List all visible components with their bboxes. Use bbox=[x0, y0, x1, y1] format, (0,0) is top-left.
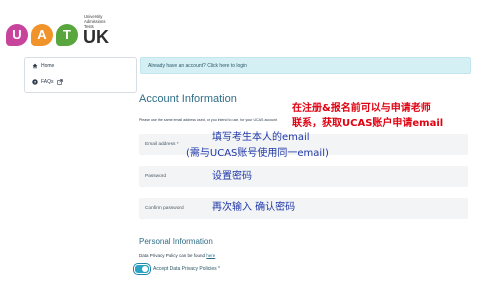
uat-uk-logo[interactable]: U A T University Admissions Tests UK bbox=[6, 4, 156, 52]
sidebar-item-faqs[interactable]: ? FAQs bbox=[32, 77, 63, 87]
sidebar-nav: Home ? FAQs bbox=[24, 57, 137, 93]
svg-text:?: ? bbox=[34, 79, 36, 84]
sidebar-item-home[interactable]: Home bbox=[32, 61, 54, 71]
login-notice-link[interactable]: Already have an account? Click here to l… bbox=[140, 57, 471, 74]
sidebar-item-label: Home bbox=[41, 63, 55, 69]
confirm-password-field-label: Confirm password bbox=[145, 206, 184, 211]
personal-information-heading: Personal Information bbox=[139, 237, 213, 246]
logo-wordmark: UK bbox=[83, 27, 109, 47]
annotation-password: 设置密码 bbox=[212, 171, 252, 182]
annotation-email-line2: (需与UCAS账号使用同一email) bbox=[186, 148, 329, 159]
privacy-policy-link[interactable]: here bbox=[206, 253, 215, 258]
question-circle-icon: ? bbox=[32, 79, 38, 85]
external-link-icon bbox=[56, 79, 63, 85]
confirm-password-field[interactable]: Confirm password bbox=[139, 198, 468, 219]
password-field-label: Password bbox=[145, 174, 167, 179]
privacy-policy-label: Data Privacy Policy can be found bbox=[139, 253, 207, 258]
logo-letter-a: A bbox=[31, 24, 53, 46]
account-information-heading: Account Information bbox=[139, 93, 237, 105]
logo-letter-u: U bbox=[6, 24, 28, 46]
sidebar-item-label: FAQs bbox=[41, 79, 54, 85]
annotation-contact-teacher-line2: 联系，获取UCAS账户申请email bbox=[292, 118, 444, 129]
password-field[interactable]: Password bbox=[139, 166, 468, 187]
logo-letter-t: T bbox=[56, 24, 78, 46]
email-help-text: Please use the same email address used, … bbox=[139, 118, 278, 122]
home-icon bbox=[32, 63, 38, 69]
toggle-knob bbox=[142, 266, 148, 272]
privacy-policy-text: Data Privacy Policy can be found here bbox=[139, 253, 215, 258]
annotation-confirm-password: 再次输入 确认密码 bbox=[212, 202, 296, 213]
page: U A T University Admissions Tests UK Hom… bbox=[0, 0, 498, 283]
annotation-email-line1: 填写考生本人的email bbox=[212, 132, 310, 143]
annotation-contact-teacher-line1: 在注册&报名前可以与申请老师 bbox=[292, 103, 431, 114]
accept-privacy-label: Accept Data Privacy Policies * bbox=[153, 266, 220, 272]
email-field-label: Email address * bbox=[145, 142, 179, 147]
accept-privacy-toggle[interactable] bbox=[134, 264, 150, 274]
